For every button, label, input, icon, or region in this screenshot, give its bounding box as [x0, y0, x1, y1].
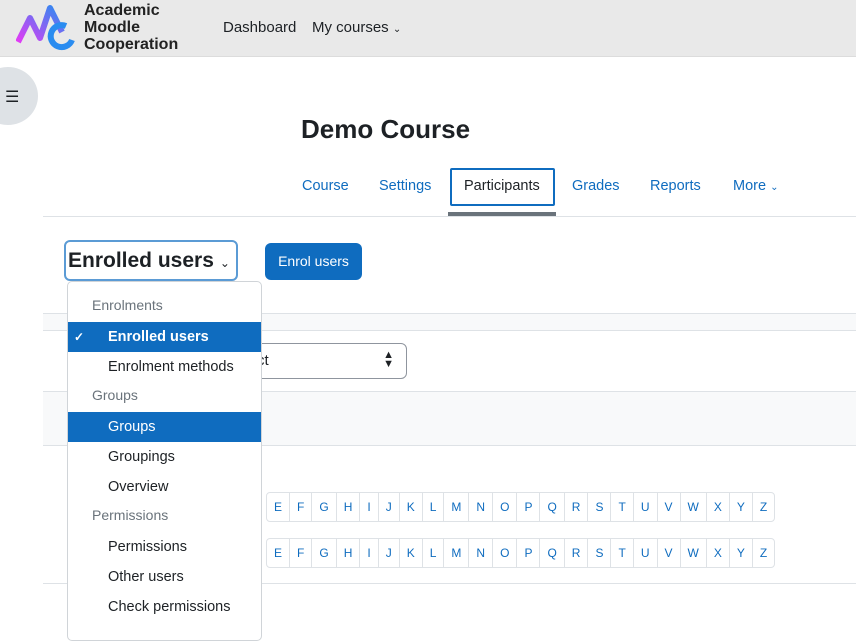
initial-filter-p[interactable]: P [517, 539, 541, 567]
chevron-down-icon: ⌄ [219, 256, 230, 270]
initial-filter-m[interactable]: M [444, 493, 470, 521]
initial-filter-l[interactable]: L [423, 493, 445, 521]
initial-filter-k[interactable]: K [400, 493, 423, 521]
initial-filter-f[interactable]: F [290, 493, 313, 521]
tab-participants[interactable]: Participants [464, 178, 540, 194]
initial-filter-k[interactable]: K [400, 539, 423, 567]
tab-course[interactable]: Course [302, 178, 349, 194]
initial-filter-i[interactable]: I [360, 493, 379, 521]
dropdown-group-header: Permissions [92, 507, 169, 523]
initial-filter-u[interactable]: U [634, 539, 658, 567]
dropdown-item[interactable]: Enrolment methods [68, 352, 261, 382]
initial-filter-n[interactable]: N [469, 539, 494, 567]
initial-filter-h[interactable]: H [337, 493, 361, 521]
nav-my-courses[interactable]: My courses ⌄ [312, 19, 401, 36]
initial-filter-g[interactable]: G [312, 493, 337, 521]
initial-filter-r[interactable]: R [565, 493, 589, 521]
dropdown-item[interactable]: Other users [68, 562, 261, 592]
firstname-initials-bar: EFGHIJKLMNOPQRSTUVWXYZ [266, 492, 776, 522]
initial-filter-t[interactable]: T [611, 539, 634, 567]
participants-page-select[interactable]: Enrolled users ⌄ [64, 240, 238, 281]
check-icon: ✓ [74, 330, 85, 344]
dropdown-item[interactable]: Check permissions [68, 592, 261, 622]
initial-filter-t[interactable]: T [611, 493, 634, 521]
chevron-down-icon: ⌄ [770, 182, 779, 193]
tab-grades[interactable]: Grades [572, 178, 620, 194]
initial-filter-s[interactable]: S [588, 539, 612, 567]
dropdown-item[interactable]: ✓ Enrolled users [68, 322, 261, 352]
initial-filter-e[interactable]: E [267, 493, 291, 521]
dropdown-item[interactable]: Permissions [68, 532, 261, 562]
initial-filter-o[interactable]: O [493, 493, 518, 521]
lastname-initials-bar: EFGHIJKLMNOPQRSTUVWXYZ [266, 538, 776, 568]
page-title: Demo Course [301, 114, 471, 144]
initial-filter-q[interactable]: Q [540, 493, 565, 521]
top-navbar: Academic Moodle Cooperation Dashboard My… [0, 0, 856, 57]
chevron-down-icon: ⌄ [392, 24, 402, 35]
initial-filter-z[interactable]: Z [753, 493, 774, 521]
initial-filter-h[interactable]: H [337, 539, 361, 567]
initial-filter-m[interactable]: M [444, 539, 470, 567]
initial-filter-x[interactable]: X [707, 539, 730, 567]
dropdown-item[interactable]: Overview [68, 472, 261, 502]
initial-filter-j[interactable]: J [379, 493, 400, 521]
list-icon: ☰ [5, 89, 20, 106]
initial-filter-e[interactable]: E [267, 539, 291, 567]
initial-filter-n[interactable]: N [469, 493, 494, 521]
initial-filter-f[interactable]: F [290, 539, 313, 567]
brand-name: Academic Moodle Cooperation [84, 2, 179, 53]
enrol-users-button[interactable]: Enrol users [265, 243, 362, 280]
amc-logo[interactable] [16, 4, 76, 52]
initial-filter-j[interactable]: J [379, 539, 400, 567]
sort-arrows-icon: ▲ ▼ [383, 349, 394, 370]
initial-filter-p[interactable]: P [517, 493, 541, 521]
dropdown-group-header: Groups [92, 387, 138, 403]
participants-page-dropdown: Enrolments ✓ Enrolled users Enrolment metho… [67, 281, 262, 641]
initial-filter-x[interactable]: X [707, 493, 730, 521]
initial-filter-q[interactable]: Q [540, 539, 565, 567]
initial-filter-g[interactable]: G [312, 539, 337, 567]
initial-filter-w[interactable]: W [681, 539, 707, 567]
tab-settings[interactable]: Settings [379, 178, 431, 194]
initial-filter-r[interactable]: R [565, 539, 589, 567]
dropdown-group-header: Enrolments [92, 297, 163, 313]
nav-dashboard[interactable]: Dashboard [223, 19, 296, 36]
initial-filter-y[interactable]: Y [730, 539, 753, 567]
course-index-toggle[interactable]: ☰ [0, 67, 38, 125]
initial-filter-o[interactable]: O [493, 539, 518, 567]
dropdown-item[interactable]: Groups [68, 412, 261, 442]
initial-filter-w[interactable]: W [681, 493, 707, 521]
initial-filter-v[interactable]: V [658, 493, 681, 521]
tab-more[interactable]: More ⌄ [733, 178, 778, 194]
tab-reports[interactable]: Reports [650, 178, 701, 194]
divider [43, 216, 856, 217]
initial-filter-v[interactable]: V [658, 539, 681, 567]
dropdown-item[interactable]: Groupings [68, 442, 261, 472]
initial-filter-i[interactable]: I [360, 539, 379, 567]
initial-filter-u[interactable]: U [634, 493, 658, 521]
initial-filter-s[interactable]: S [588, 493, 612, 521]
initial-filter-l[interactable]: L [423, 539, 445, 567]
initial-filter-z[interactable]: Z [753, 539, 774, 567]
initial-filter-y[interactable]: Y [730, 493, 753, 521]
